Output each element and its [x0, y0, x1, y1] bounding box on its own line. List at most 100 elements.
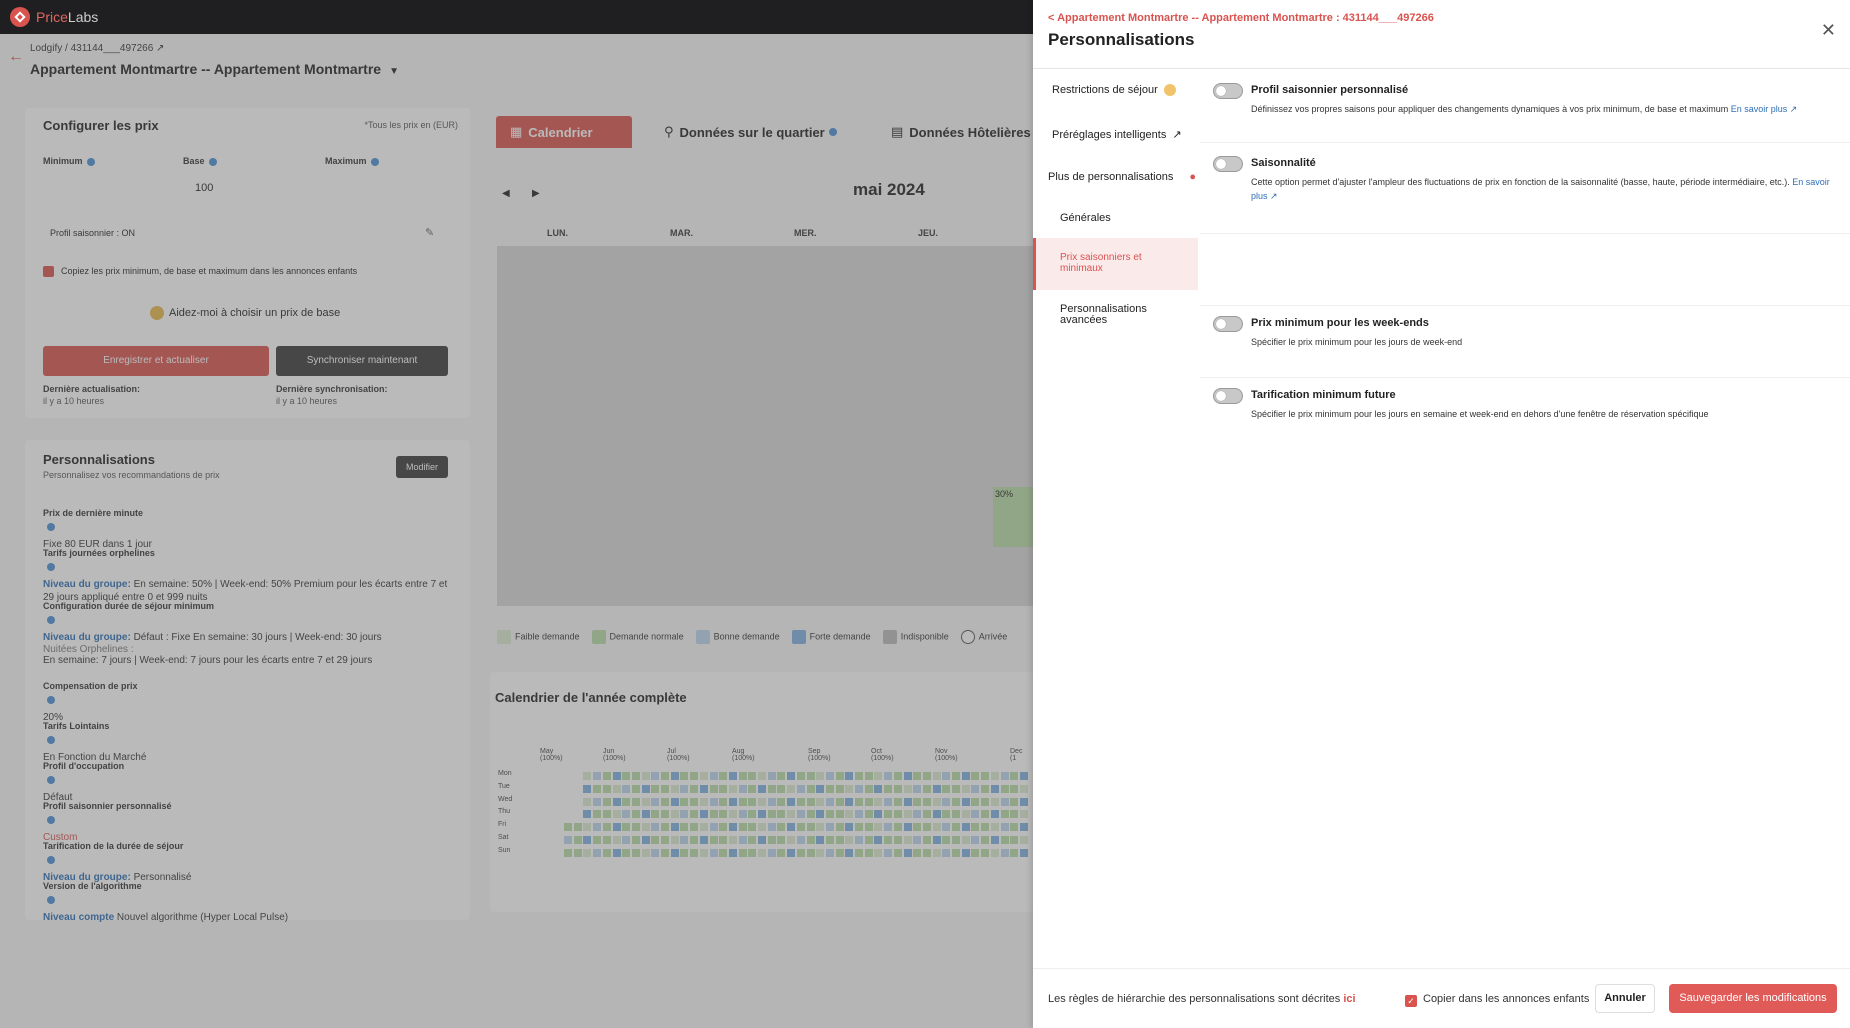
heatmap-day[interactable]: [748, 784, 757, 793]
heatmap-day[interactable]: [922, 810, 931, 819]
heatmap-day[interactable]: [806, 784, 815, 793]
heatmap-day[interactable]: [719, 797, 728, 806]
heatmap-day[interactable]: [893, 772, 902, 780]
heatmap-day[interactable]: [952, 848, 960, 857]
heatmap-day[interactable]: [728, 810, 737, 819]
heatmap-day[interactable]: [913, 772, 922, 780]
heatmap-day[interactable]: [932, 848, 941, 857]
heatmap-day[interactable]: [990, 797, 999, 806]
heatmap-day[interactable]: [971, 823, 980, 832]
heatmap-day[interactable]: [922, 784, 931, 793]
heatmap-day[interactable]: [612, 823, 621, 832]
heatmap-day[interactable]: [593, 784, 602, 793]
heatmap-day[interactable]: [787, 797, 796, 806]
heatmap-day[interactable]: [796, 797, 805, 806]
heatmap-day[interactable]: [874, 784, 883, 793]
heatmap-day[interactable]: [981, 772, 990, 780]
heatmap-day[interactable]: [806, 848, 815, 857]
heatmap-day[interactable]: [816, 836, 825, 844]
heatmap-day[interactable]: [622, 823, 631, 832]
heatmap-day[interactable]: [855, 797, 863, 806]
heatmap-day[interactable]: [855, 784, 863, 793]
info-icon[interactable]: [47, 775, 55, 784]
heatmap-day[interactable]: [641, 784, 650, 793]
heatmap-day[interactable]: [651, 772, 660, 780]
heatmap-day[interactable]: [864, 797, 873, 806]
heatmap-day[interactable]: [990, 810, 999, 819]
heatmap-day[interactable]: [777, 823, 786, 832]
next-month-icon[interactable]: ▶: [532, 188, 540, 199]
heatmap-day[interactable]: [913, 848, 922, 857]
heatmap-day[interactable]: [913, 784, 922, 793]
heatmap-day[interactable]: [845, 797, 854, 806]
heatmap-day[interactable]: [670, 772, 679, 780]
heatmap-day[interactable]: [583, 836, 592, 844]
heatmap-day[interactable]: [981, 810, 990, 819]
heatmap-day[interactable]: [641, 797, 650, 806]
heatmap-day[interactable]: [622, 836, 631, 844]
heatmap-day[interactable]: [932, 772, 941, 780]
heatmap-day[interactable]: [651, 836, 660, 844]
heatmap-day[interactable]: [971, 836, 980, 844]
heatmap-day[interactable]: [932, 823, 941, 832]
heatmap-day[interactable]: [922, 836, 931, 844]
heatmap-day[interactable]: [719, 784, 728, 793]
prev-month-icon[interactable]: ◀: [502, 188, 510, 199]
heatmap-day[interactable]: [893, 810, 902, 819]
heatmap-day[interactable]: [903, 810, 912, 819]
heatmap-day[interactable]: [981, 848, 990, 857]
heatmap-day[interactable]: [602, 772, 611, 780]
listing-title[interactable]: Appartement Montmartre -- Appartement Mo…: [30, 61, 399, 77]
heatmap-day[interactable]: [767, 784, 776, 793]
heatmap-day[interactable]: [981, 836, 990, 844]
heatmap-day[interactable]: [796, 836, 805, 844]
heatmap-day[interactable]: [787, 810, 796, 819]
heatmap-day[interactable]: [903, 784, 912, 793]
heatmap-day[interactable]: [787, 784, 796, 793]
heatmap-day[interactable]: [670, 823, 679, 832]
heatmap-day[interactable]: [952, 784, 960, 793]
edit-pencil-icon[interactable]: ✎: [425, 226, 434, 239]
heatmap-day[interactable]: [593, 848, 602, 857]
heatmap-day[interactable]: [796, 848, 805, 857]
heatmap-day[interactable]: [864, 836, 873, 844]
heatmap-day[interactable]: [680, 810, 689, 819]
heatmap-day[interactable]: [806, 797, 815, 806]
heatmap-day[interactable]: [690, 810, 699, 819]
heatmap-day[interactable]: [855, 848, 863, 857]
heatmap-day[interactable]: [874, 848, 883, 857]
heatmap-day[interactable]: [593, 772, 602, 780]
heatmap-day[interactable]: [884, 848, 893, 857]
heatmap-day[interactable]: [583, 848, 592, 857]
heatmap-day[interactable]: [699, 772, 708, 780]
heatmap-day[interactable]: [1000, 848, 1009, 857]
info-icon[interactable]: [47, 895, 55, 904]
heatmap-day[interactable]: [690, 797, 699, 806]
heatmap-day[interactable]: [796, 784, 805, 793]
seasonal-profile-toggle[interactable]: [1213, 83, 1243, 99]
heatmap-day[interactable]: [845, 810, 854, 819]
heatmap-day[interactable]: [661, 810, 669, 819]
heatmap-day[interactable]: [670, 848, 679, 857]
heatmap-day[interactable]: [719, 810, 728, 819]
save-changes-button[interactable]: Sauvegarder les modifications: [1669, 984, 1837, 1013]
heatmap-day[interactable]: [699, 784, 708, 793]
heatmap-day[interactable]: [942, 784, 951, 793]
tab-calendar[interactable]: ▦ Calendrier: [496, 116, 632, 148]
heatmap-day[interactable]: [680, 797, 689, 806]
heatmap-day[interactable]: [699, 797, 708, 806]
heatmap-day[interactable]: [738, 797, 747, 806]
heatmap-day[interactable]: [709, 772, 718, 780]
heatmap-day[interactable]: [631, 848, 640, 857]
heatmap-day[interactable]: [767, 810, 776, 819]
heatmap-day[interactable]: [942, 810, 951, 819]
heatmap-day[interactable]: [835, 836, 844, 844]
heatmap-day[interactable]: [602, 810, 611, 819]
tab-hotel[interactable]: ▤ Données Hôtelières: [877, 116, 1045, 148]
heatmap-day[interactable]: [602, 823, 611, 832]
heatmap-day[interactable]: [806, 836, 815, 844]
heatmap-day[interactable]: [728, 784, 737, 793]
heatmap-day[interactable]: [1019, 810, 1028, 819]
heatmap-day[interactable]: [913, 836, 922, 844]
heatmap-day[interactable]: [641, 836, 650, 844]
